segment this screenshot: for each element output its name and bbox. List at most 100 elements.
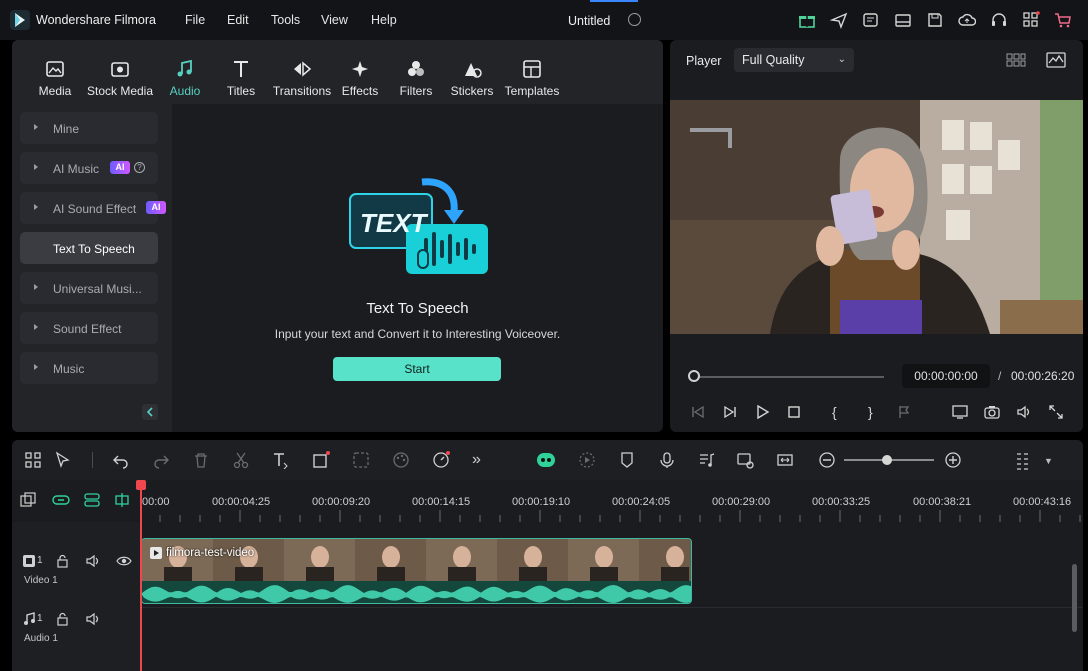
send-icon[interactable]	[830, 11, 848, 29]
crop-icon[interactable]	[312, 451, 330, 469]
menu-view[interactable]: View	[321, 13, 348, 27]
tab-titles[interactable]: Titles	[218, 40, 264, 104]
snapshot-icon[interactable]	[984, 404, 1000, 420]
zoom-out-icon[interactable]	[818, 451, 836, 469]
track-manager-icon[interactable]	[84, 492, 100, 508]
fullscreen-icon[interactable]	[1048, 404, 1064, 420]
sidebar-item-universal-music[interactable]: Universal Musi...	[20, 272, 158, 304]
chevron-down-icon[interactable]: ▼	[1044, 456, 1053, 466]
lock-icon[interactable]	[56, 554, 70, 568]
track-options-icon[interactable]	[1014, 451, 1032, 470]
grid-view-icon[interactable]	[1006, 52, 1026, 68]
menu-edit[interactable]: Edit	[227, 13, 249, 27]
select-tool-icon[interactable]	[54, 451, 72, 469]
sidebar-item-mine[interactable]: Mine	[20, 112, 158, 144]
sidebar-item-label: Mine	[53, 122, 80, 136]
player-panel: Player Full Quality ⌄ 00:00:00:00 / 00:00…	[670, 40, 1083, 432]
volume-icon[interactable]	[86, 554, 100, 568]
headset-icon[interactable]	[990, 11, 1008, 29]
display-icon[interactable]	[952, 404, 968, 420]
tab-audio[interactable]: Audio	[162, 40, 208, 104]
menu-file[interactable]: File	[185, 13, 205, 27]
previous-frame-icon[interactable]	[690, 404, 706, 420]
tab-label: Filters	[399, 84, 433, 98]
scope-icon[interactable]	[1046, 52, 1066, 68]
cart-icon[interactable]	[1054, 11, 1072, 29]
playhead-handle[interactable]	[136, 480, 146, 490]
link-icon[interactable]	[52, 492, 70, 508]
stickers-icon	[461, 58, 483, 80]
track-index: 1	[37, 555, 43, 566]
color-palette-icon[interactable]	[392, 451, 410, 469]
volume-icon[interactable]	[1016, 404, 1032, 420]
mark-out-icon[interactable]: }	[868, 404, 884, 420]
layout-grid-icon[interactable]	[24, 451, 42, 469]
snap-icon[interactable]	[114, 492, 130, 508]
speed-ai-icon[interactable]	[432, 451, 450, 469]
apps-grid-icon[interactable]	[1022, 11, 1040, 29]
audio-list-icon[interactable]	[698, 451, 716, 469]
time-ruler[interactable]: 00:00 00:00:04:25 00:00:09:20 00:00:14:1…	[12, 480, 1083, 522]
tab-stock-media[interactable]: Stock Media	[84, 40, 156, 104]
sidebar-item-music[interactable]: Music	[20, 352, 158, 384]
quality-select[interactable]: Full Quality ⌄	[734, 48, 854, 72]
marker-icon[interactable]	[896, 404, 912, 420]
tab-effects[interactable]: Effects	[338, 40, 382, 104]
playhead[interactable]	[140, 482, 142, 671]
redo-icon[interactable]	[152, 451, 170, 469]
sidebar-item-ai-sound-effect[interactable]: AI Sound Effect AI	[20, 192, 166, 224]
add-track-icon[interactable]	[20, 492, 36, 508]
media-icon	[44, 58, 66, 80]
fit-timeline-icon[interactable]	[776, 451, 794, 469]
zoom-slider-handle[interactable]	[882, 455, 892, 465]
clip-thumbnail	[568, 539, 639, 581]
tab-filters[interactable]: Filters	[394, 40, 438, 104]
help-icon[interactable]: ?	[134, 162, 145, 173]
gift-icon[interactable]	[798, 11, 816, 29]
shield-marker-icon[interactable]	[618, 451, 636, 469]
eye-icon[interactable]	[116, 554, 132, 568]
ai-tool-icon[interactable]	[352, 451, 370, 469]
collapse-sidebar-button[interactable]	[142, 404, 158, 420]
menu-tools[interactable]: Tools	[271, 13, 300, 27]
undo-icon[interactable]	[112, 451, 130, 469]
play-icon[interactable]	[754, 404, 770, 420]
vertical-scrollbar[interactable]	[1072, 564, 1077, 632]
audio-track[interactable]	[140, 610, 1083, 671]
next-frame-icon[interactable]	[722, 404, 738, 420]
cloud-upload-icon[interactable]	[958, 11, 976, 29]
save-icon[interactable]	[926, 11, 944, 29]
tab-templates[interactable]: Templates	[504, 40, 560, 104]
render-preview-icon[interactable]	[578, 451, 596, 469]
tab-transitions[interactable]: Transitions	[270, 40, 334, 104]
microphone-icon[interactable]	[658, 451, 676, 469]
mark-in-icon[interactable]: {	[832, 404, 848, 420]
lock-icon[interactable]	[56, 612, 70, 626]
stop-icon[interactable]	[786, 404, 802, 420]
ruler-label: 00:00	[142, 496, 170, 508]
tab-media[interactable]: Media	[32, 40, 78, 104]
volume-icon[interactable]	[86, 612, 100, 626]
sidebar-item-ai-music[interactable]: AI Music AI?	[20, 152, 158, 184]
current-time[interactable]: 00:00:00:00	[902, 364, 990, 388]
layout-icon[interactable]	[894, 11, 912, 29]
scrubber-handle[interactable]	[688, 370, 700, 382]
sidebar-item-text-to-speech[interactable]: Text To Speech	[20, 232, 158, 264]
scissors-icon[interactable]	[232, 451, 250, 469]
menu-help[interactable]: Help	[371, 13, 397, 27]
zoom-in-icon[interactable]	[944, 451, 962, 469]
playback-scrubber[interactable]	[694, 376, 884, 378]
tab-label: Templates	[504, 84, 560, 98]
ai-mate-icon[interactable]	[536, 451, 555, 469]
tab-label: Audio	[169, 84, 201, 98]
tab-stickers[interactable]: Stickers	[448, 40, 496, 104]
sidebar-item-sound-effect[interactable]: Sound Effect	[20, 312, 158, 344]
video-clip[interactable]: filmora-test-video	[141, 538, 692, 604]
ai-badge: AI	[146, 201, 166, 214]
more-tools-icon[interactable]: »	[472, 451, 490, 469]
text-tool-icon[interactable]	[272, 451, 290, 469]
start-button[interactable]: Start	[333, 357, 501, 381]
delete-icon[interactable]	[192, 451, 210, 469]
auto-reframe-icon[interactable]	[736, 451, 754, 469]
feedback-icon[interactable]	[862, 11, 880, 29]
